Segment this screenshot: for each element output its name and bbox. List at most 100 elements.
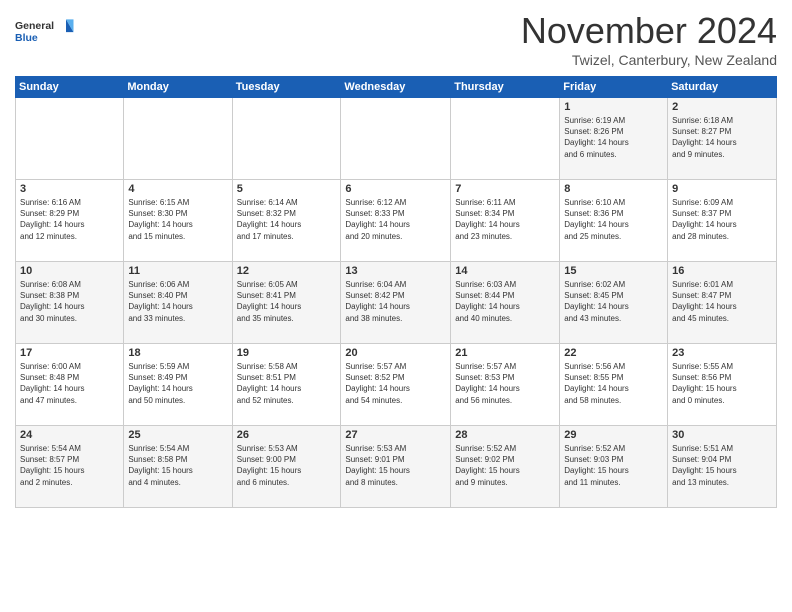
- calendar-cell: 22Sunrise: 5:56 AMSunset: 8:55 PMDayligh…: [560, 344, 668, 426]
- calendar-cell: 4Sunrise: 6:15 AMSunset: 8:30 PMDaylight…: [124, 180, 232, 262]
- day-number: 14: [455, 265, 555, 277]
- weekday-header-friday: Friday: [560, 77, 668, 98]
- day-number: 9: [672, 183, 772, 195]
- day-number: 7: [455, 183, 555, 195]
- day-number: 29: [564, 429, 663, 441]
- day-number: 23: [672, 347, 772, 359]
- day-info: Sunrise: 6:03 AMSunset: 8:44 PMDaylight:…: [455, 279, 555, 324]
- calendar-cell: 30 Sunrise: 5:51 AMSunset: 9:04 PMDayligh…: [668, 426, 777, 508]
- calendar-cell: 28 Sunrise: 5:52 AMSunset: 9:02 PMDayligh…: [451, 426, 560, 508]
- day-number: 12: [237, 265, 337, 277]
- week-row-5: 24Sunrise: 5:54 AMSunset: 8:57 PMDayligh…: [16, 426, 777, 508]
- location: Twizel, Canterbury, New Zealand: [521, 52, 777, 68]
- weekday-header-wednesday: Wednesday: [341, 77, 451, 98]
- calendar-cell: 14 Sunrise: 6:03 AMSunset: 8:44 PMDayligh…: [451, 262, 560, 344]
- calendar-cell: 5 Sunrise: 6:14 AMSunset: 8:32 PMDaylight…: [232, 180, 341, 262]
- day-info: Sunrise: 5:58 AMSunset: 8:51 PMDaylight:…: [237, 361, 337, 406]
- logo: General Blue: [15, 10, 75, 55]
- day-info: Sunrise: 5:59 AMSunset: 8:49 PMDaylight:…: [128, 361, 227, 406]
- calendar-cell: 19Sunrise: 5:58 AMSunset: 8:51 PMDayligh…: [232, 344, 341, 426]
- calendar-cell: 2 Sunrise: 6:18 AMSunset: 8:27 PMDaylight…: [668, 98, 777, 180]
- day-info: Sunrise: 5:54 AMSunset: 8:57 PMDaylight:…: [20, 443, 119, 488]
- day-info: Sunrise: 6:12 AMSunset: 8:33 PMDaylight:…: [345, 197, 446, 242]
- calendar-cell: 20 Sunrise: 5:57 AMSunset: 8:52 PMDayligh…: [341, 344, 451, 426]
- day-info: Sunrise: 6:18 AMSunset: 8:27 PMDaylight:…: [672, 115, 772, 160]
- calendar-cell: 8 Sunrise: 6:10 AMSunset: 8:36 PMDaylight…: [560, 180, 668, 262]
- calendar-cell: 3 Sunrise: 6:16 AMSunset: 8:29 PMDaylight…: [16, 180, 124, 262]
- day-number: 22: [564, 347, 663, 359]
- calendar-cell: [451, 98, 560, 180]
- day-info: Sunrise: 6:01 AMSunset: 8:47 PMDaylight:…: [672, 279, 772, 324]
- calendar: SundayMondayTuesdayWednesdayThursdayFrid…: [15, 76, 777, 508]
- day-number: 25: [128, 429, 227, 441]
- day-info: Sunrise: 5:57 AMSunset: 8:53 PMDaylight:…: [455, 361, 555, 406]
- day-number: 28: [455, 429, 555, 441]
- calendar-cell: 6 Sunrise: 6:12 AMSunset: 8:33 PMDaylight…: [341, 180, 451, 262]
- day-number: 21: [455, 347, 555, 359]
- weekday-header-thursday: Thursday: [451, 77, 560, 98]
- calendar-cell: 10Sunrise: 6:08 AMSunset: 8:38 PMDayligh…: [16, 262, 124, 344]
- day-info: Sunrise: 6:09 AMSunset: 8:37 PMDaylight:…: [672, 197, 772, 242]
- calendar-cell: 15Sunrise: 6:02 AMSunset: 8:45 PMDayligh…: [560, 262, 668, 344]
- day-info: Sunrise: 6:11 AMSunset: 8:34 PMDaylight:…: [455, 197, 555, 242]
- month-title: November 2024: [521, 10, 777, 52]
- calendar-cell: 18Sunrise: 5:59 AMSunset: 8:49 PMDayligh…: [124, 344, 232, 426]
- day-number: 17: [20, 347, 119, 359]
- calendar-cell: 21 Sunrise: 5:57 AMSunset: 8:53 PMDayligh…: [451, 344, 560, 426]
- calendar-cell: 26 Sunrise: 5:53 AMSunset: 9:00 PMDayligh…: [232, 426, 341, 508]
- day-info: Sunrise: 5:57 AMSunset: 8:52 PMDaylight:…: [345, 361, 446, 406]
- svg-text:General: General: [15, 20, 54, 32]
- calendar-cell: 9 Sunrise: 6:09 AMSunset: 8:37 PMDaylight…: [668, 180, 777, 262]
- weekday-header-sunday: Sunday: [16, 77, 124, 98]
- day-number: 16: [672, 265, 772, 277]
- day-number: 15: [564, 265, 663, 277]
- logo-icon: General Blue: [15, 10, 75, 55]
- day-info: Sunrise: 6:16 AMSunset: 8:29 PMDaylight:…: [20, 197, 119, 242]
- calendar-header: SundayMondayTuesdayWednesdayThursdayFrid…: [16, 77, 777, 98]
- day-info: Sunrise: 5:52 AMSunset: 9:03 PMDaylight:…: [564, 443, 663, 488]
- calendar-cell: 29 Sunrise: 5:52 AMSunset: 9:03 PMDayligh…: [560, 426, 668, 508]
- day-info: Sunrise: 6:14 AMSunset: 8:32 PMDaylight:…: [237, 197, 337, 242]
- day-number: 2: [672, 101, 772, 113]
- calendar-body: 1Sunrise: 6:19 AMSunset: 8:26 PMDaylight…: [16, 98, 777, 508]
- day-number: 8: [564, 183, 663, 195]
- weekday-header-saturday: Saturday: [668, 77, 777, 98]
- weekday-header-monday: Monday: [124, 77, 232, 98]
- day-number: 26: [237, 429, 337, 441]
- day-number: 27: [345, 429, 446, 441]
- calendar-cell: 24Sunrise: 5:54 AMSunset: 8:57 PMDayligh…: [16, 426, 124, 508]
- page: General Blue November 2024 Twizel, Cante…: [0, 0, 792, 612]
- calendar-cell: [232, 98, 341, 180]
- day-info: Sunrise: 5:55 AMSunset: 8:56 PMDaylight:…: [672, 361, 772, 406]
- calendar-cell: 25Sunrise: 5:54 AMSunset: 8:58 PMDayligh…: [124, 426, 232, 508]
- day-number: 11: [128, 265, 227, 277]
- day-number: 20: [345, 347, 446, 359]
- day-number: 13: [345, 265, 446, 277]
- day-number: 5: [237, 183, 337, 195]
- day-info: Sunrise: 6:10 AMSunset: 8:36 PMDaylight:…: [564, 197, 663, 242]
- day-number: 3: [20, 183, 119, 195]
- day-info: Sunrise: 6:19 AMSunset: 8:26 PMDaylight:…: [564, 115, 663, 160]
- day-info: Sunrise: 5:53 AMSunset: 9:01 PMDaylight:…: [345, 443, 446, 488]
- day-info: Sunrise: 5:51 AMSunset: 9:04 PMDaylight:…: [672, 443, 772, 488]
- week-row-3: 10Sunrise: 6:08 AMSunset: 8:38 PMDayligh…: [16, 262, 777, 344]
- day-number: 10: [20, 265, 119, 277]
- weekday-row: SundayMondayTuesdayWednesdayThursdayFrid…: [16, 77, 777, 98]
- day-info: Sunrise: 5:53 AMSunset: 9:00 PMDaylight:…: [237, 443, 337, 488]
- day-number: 30: [672, 429, 772, 441]
- day-number: 6: [345, 183, 446, 195]
- day-info: Sunrise: 6:05 AMSunset: 8:41 PMDaylight:…: [237, 279, 337, 324]
- day-info: Sunrise: 5:52 AMSunset: 9:02 PMDaylight:…: [455, 443, 555, 488]
- day-number: 4: [128, 183, 227, 195]
- calendar-cell: 1Sunrise: 6:19 AMSunset: 8:26 PMDaylight…: [560, 98, 668, 180]
- calendar-cell: 7 Sunrise: 6:11 AMSunset: 8:34 PMDaylight…: [451, 180, 560, 262]
- svg-text:Blue: Blue: [15, 32, 38, 44]
- header: General Blue November 2024 Twizel, Cante…: [15, 10, 777, 68]
- calendar-cell: 13 Sunrise: 6:04 AMSunset: 8:42 PMDayligh…: [341, 262, 451, 344]
- week-row-4: 17 Sunrise: 6:00 AMSunset: 8:48 PMDayligh…: [16, 344, 777, 426]
- day-info: Sunrise: 6:04 AMSunset: 8:42 PMDaylight:…: [345, 279, 446, 324]
- day-info: Sunrise: 6:00 AMSunset: 8:48 PMDaylight:…: [20, 361, 119, 406]
- week-row-1: 1Sunrise: 6:19 AMSunset: 8:26 PMDaylight…: [16, 98, 777, 180]
- calendar-cell: 23 Sunrise: 5:55 AMSunset: 8:56 PMDayligh…: [668, 344, 777, 426]
- calendar-cell: 12 Sunrise: 6:05 AMSunset: 8:41 PMDayligh…: [232, 262, 341, 344]
